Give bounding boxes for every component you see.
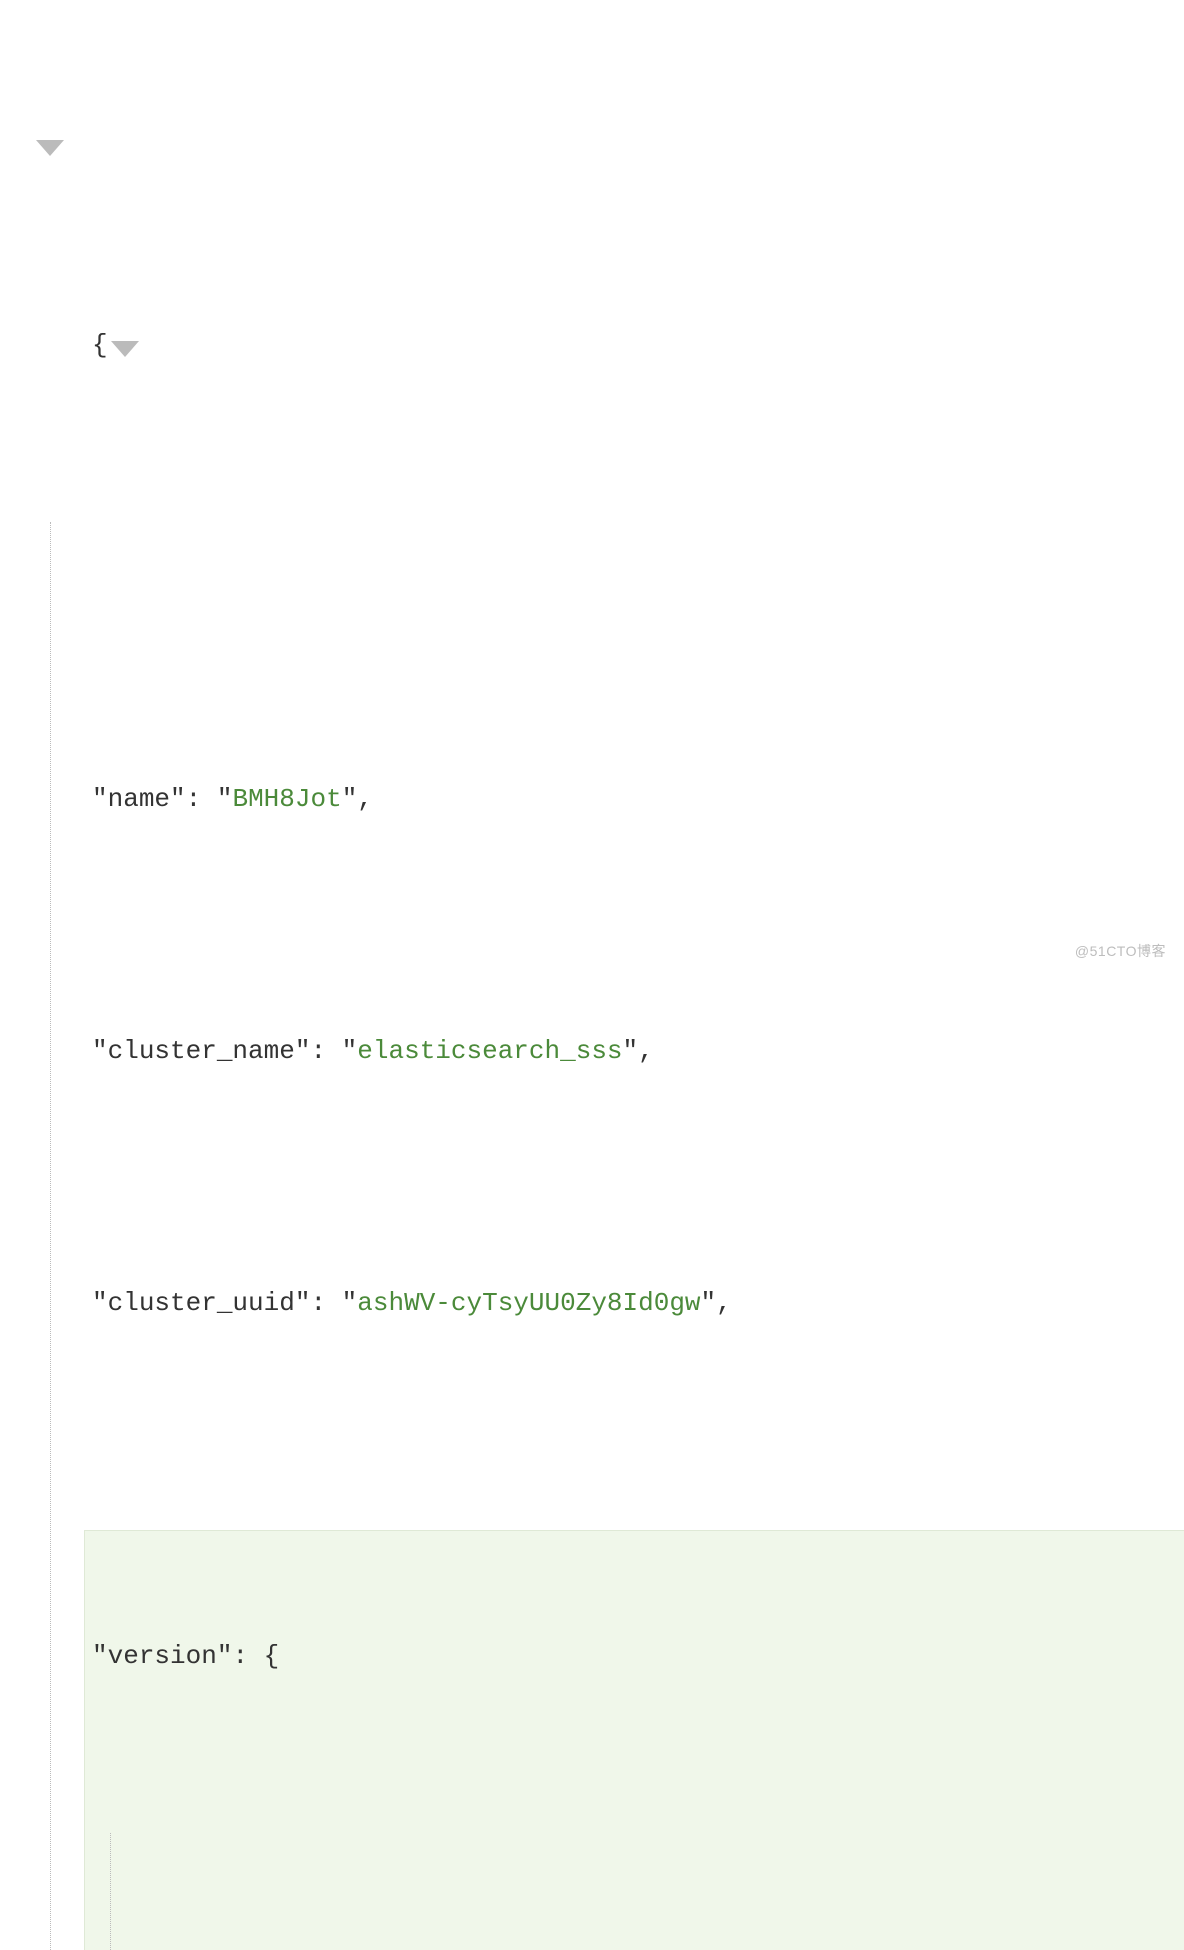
json-row-cluster-uuid: "cluster_uuid": "ashWV-cyTsyUU0Zy8Id0gw"…	[92, 1278, 1184, 1328]
indent-guide	[50, 522, 51, 1950]
json-viewer: { "name": "BMH8Jot", "cluster_name": "el…	[0, 0, 1184, 1950]
json-row-cluster-name: "cluster_name": "elasticsearch_sss",	[92, 1026, 1184, 1076]
json-row-version: "version": { "number": "6.7.0", "build_f…	[84, 1530, 1184, 1950]
watermark: @51CTO博客	[1075, 938, 1166, 965]
json-content: { "name": "BMH8Jot", "cluster_name": "el…	[40, 118, 1184, 1950]
indent-guide	[110, 1833, 111, 1950]
brace-open-outer: {	[40, 320, 1184, 370]
json-row-name: "name": "BMH8Jot",	[92, 774, 1184, 824]
